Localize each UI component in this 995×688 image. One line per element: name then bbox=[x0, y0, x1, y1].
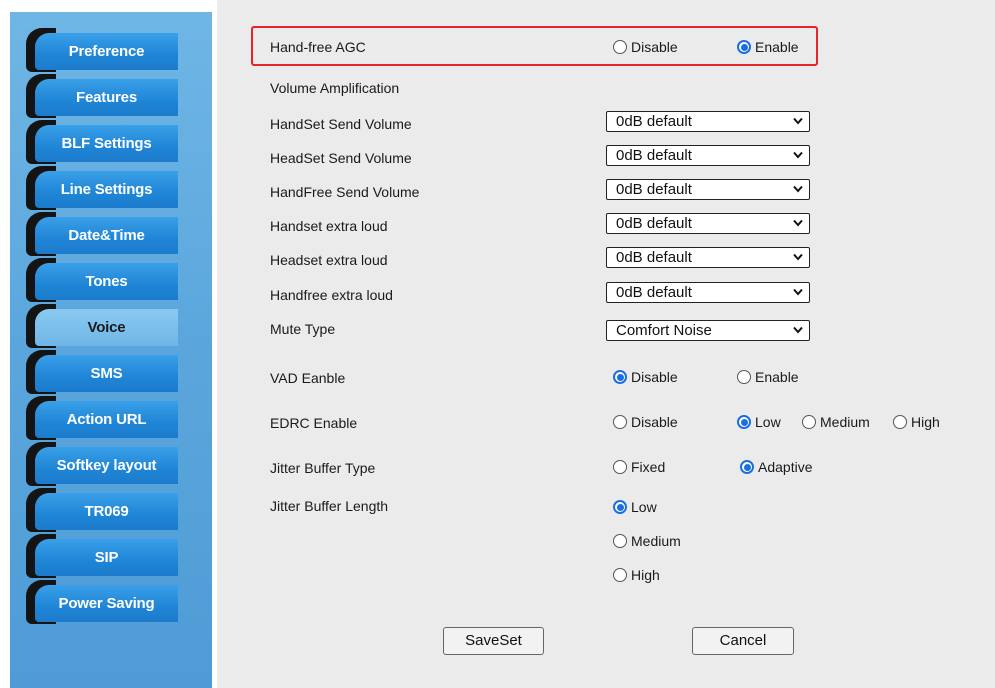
sidebar-item-label: Tones bbox=[85, 273, 128, 290]
sidebar-item-voice[interactable]: Voice bbox=[26, 304, 178, 348]
edrc-disable-radio[interactable]: Disable bbox=[613, 413, 678, 431]
jitter-length-label: Jitter Buffer Length bbox=[270, 498, 389, 514]
chevron-down-icon bbox=[793, 326, 803, 334]
sidebar-item-label: Voice bbox=[87, 319, 126, 336]
headset-extra-loud-label: Headset extra loud bbox=[270, 252, 388, 268]
sidebar-item-preference[interactable]: Preference bbox=[26, 28, 178, 72]
handset-send-volume-select[interactable]: 0dB default bbox=[606, 111, 810, 132]
headset-send-volume-label: HeadSet Send Volume bbox=[270, 150, 412, 166]
select-value: 0dB default bbox=[616, 215, 692, 232]
radio-circle-icon bbox=[613, 460, 627, 474]
sidebar-item-label: Action URL bbox=[66, 411, 147, 428]
select-value: 0dB default bbox=[616, 284, 692, 301]
edrc-low-radio[interactable]: Low bbox=[737, 413, 781, 431]
sidebar-item-label: Preference bbox=[68, 43, 145, 60]
handfree-send-volume-label: HandFree Send Volume bbox=[270, 184, 420, 200]
sidebar-item-label: TR069 bbox=[84, 503, 129, 520]
sidebar-item-tones[interactable]: Tones bbox=[26, 258, 178, 302]
sidebar-item-label: SMS bbox=[90, 365, 123, 382]
sidebar-item-softkey-layout[interactable]: Softkey layout bbox=[26, 442, 178, 486]
handset-extra-loud-select[interactable]: 0dB default bbox=[606, 213, 810, 234]
sidebar-item-date-time[interactable]: Date&Time bbox=[26, 212, 178, 256]
radio-circle-icon bbox=[613, 500, 627, 514]
select-value: 0dB default bbox=[616, 113, 692, 130]
edrc-label: EDRC Enable bbox=[270, 415, 358, 431]
main-panel bbox=[217, 0, 995, 688]
radio-circle-icon bbox=[613, 370, 627, 384]
agc-label: Hand-free AGC bbox=[270, 39, 366, 55]
mute-type-select[interactable]: Comfort Noise bbox=[606, 320, 810, 341]
chevron-down-icon bbox=[793, 117, 803, 125]
vad-enable-radio[interactable]: Enable bbox=[737, 368, 799, 386]
sidebar-item-label: Date&Time bbox=[68, 227, 145, 244]
sidebar-item-sip[interactable]: SIP bbox=[26, 534, 178, 578]
agc-disable-radio[interactable]: Disable bbox=[613, 38, 678, 56]
sidebar-item-power-saving[interactable]: Power Saving bbox=[26, 580, 178, 624]
sidebar-item-tr069[interactable]: TR069 bbox=[26, 488, 178, 532]
radio-circle-icon bbox=[613, 40, 627, 54]
jitter-fixed-radio[interactable]: Fixed bbox=[613, 458, 665, 476]
vad-disable-radio[interactable]: Disable bbox=[613, 368, 678, 386]
jitter-length-medium-radio[interactable]: Medium bbox=[613, 532, 681, 550]
sidebar-item-blf-settings[interactable]: BLF Settings bbox=[26, 120, 178, 164]
chevron-down-icon bbox=[793, 151, 803, 159]
sidebar-item-line-settings[interactable]: Line Settings bbox=[26, 166, 178, 210]
volume-amplification-heading: Volume Amplification bbox=[270, 80, 400, 96]
sidebar-item-label: Features bbox=[76, 89, 137, 106]
radio-circle-icon bbox=[893, 415, 907, 429]
edrc-medium-radio[interactable]: Medium bbox=[802, 413, 870, 431]
radio-circle-icon bbox=[737, 415, 751, 429]
vad-label: VAD Eanble bbox=[270, 370, 346, 386]
chevron-down-icon bbox=[793, 253, 803, 261]
sidebar-item-label: SIP bbox=[94, 549, 119, 566]
jitter-type-label: Jitter Buffer Type bbox=[270, 460, 376, 476]
jitter-length-high-radio[interactable]: High bbox=[613, 566, 660, 584]
radio-circle-icon bbox=[737, 40, 751, 54]
sidebar-item-label: Power Saving bbox=[58, 595, 155, 612]
sidebar-item-label: Line Settings bbox=[60, 181, 153, 198]
radio-circle-icon bbox=[737, 370, 751, 384]
mute-type-label: Mute Type bbox=[270, 321, 336, 337]
jitter-adaptive-radio[interactable]: Adaptive bbox=[740, 458, 812, 476]
sidebar-item-label: Softkey layout bbox=[56, 457, 157, 474]
cancel-button[interactable]: Cancel bbox=[692, 627, 794, 655]
radio-circle-icon bbox=[613, 534, 627, 548]
sidebar-item-label: BLF Settings bbox=[61, 135, 152, 152]
select-value: Comfort Noise bbox=[616, 322, 712, 339]
handset-extra-loud-label: Handset extra loud bbox=[270, 218, 388, 234]
select-value: 0dB default bbox=[616, 147, 692, 164]
headset-send-volume-select[interactable]: 0dB default bbox=[606, 145, 810, 166]
agc-enable-radio[interactable]: Enable bbox=[737, 38, 799, 56]
radio-circle-icon bbox=[802, 415, 816, 429]
radio-circle-icon bbox=[740, 460, 754, 474]
chevron-down-icon bbox=[793, 288, 803, 296]
radio-circle-icon bbox=[613, 415, 627, 429]
sidebar-item-action-url[interactable]: Action URL bbox=[26, 396, 178, 440]
handset-send-volume-label: HandSet Send Volume bbox=[270, 116, 412, 132]
handfree-send-volume-select[interactable]: 0dB default bbox=[606, 179, 810, 200]
select-value: 0dB default bbox=[616, 181, 692, 198]
sidebar-item-features[interactable]: Features bbox=[26, 74, 178, 118]
edrc-high-radio[interactable]: High bbox=[893, 413, 940, 431]
select-value: 0dB default bbox=[616, 249, 692, 266]
saveset-button[interactable]: SaveSet bbox=[443, 627, 544, 655]
chevron-down-icon bbox=[793, 185, 803, 193]
handfree-extra-loud-select[interactable]: 0dB default bbox=[606, 282, 810, 303]
headset-extra-loud-select[interactable]: 0dB default bbox=[606, 247, 810, 268]
jitter-length-low-radio[interactable]: Low bbox=[613, 498, 657, 516]
sidebar-item-sms[interactable]: SMS bbox=[26, 350, 178, 394]
handfree-extra-loud-label: Handfree extra loud bbox=[270, 287, 393, 303]
chevron-down-icon bbox=[793, 219, 803, 227]
radio-circle-icon bbox=[613, 568, 627, 582]
